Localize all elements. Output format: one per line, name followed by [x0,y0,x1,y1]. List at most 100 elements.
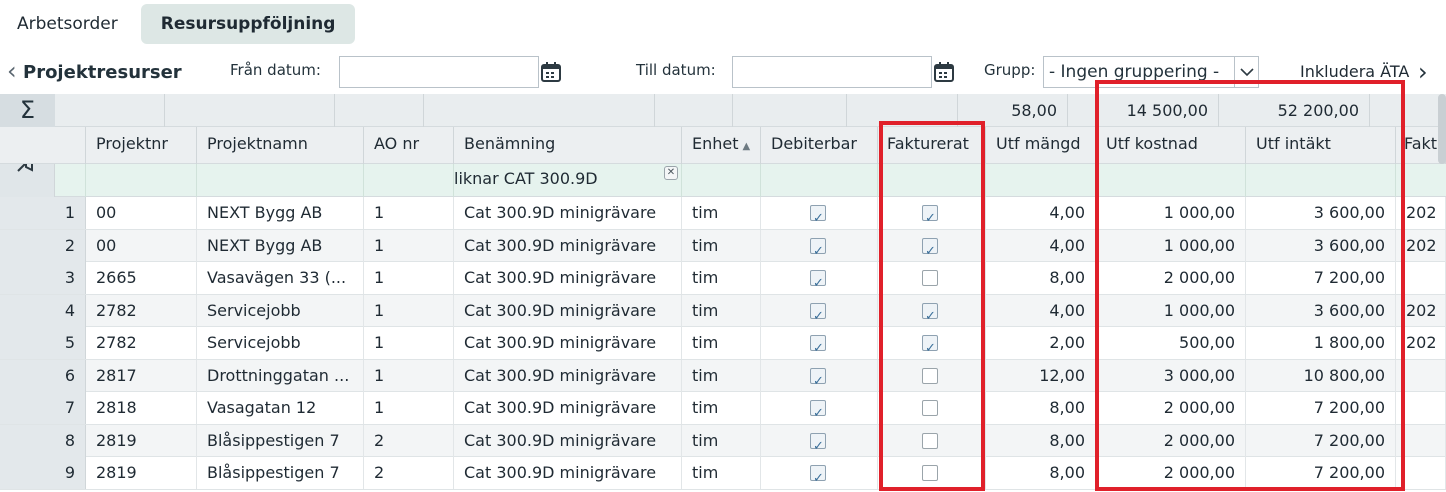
header-projektnr[interactable]: Projektnr [86,127,197,164]
filter-cell-enhet[interactable] [682,164,761,197]
cell-projektnr[interactable]: 2817 [86,359,197,392]
cell-projektnamn[interactable]: Vasagatan 12 [197,392,364,424]
cell-fakt[interactable]: 202 [1396,327,1446,359]
close-icon[interactable]: ✕ [664,166,678,180]
chevron-right-icon[interactable]: › [1418,58,1428,86]
cell-enhet[interactable]: tim [682,392,761,424]
debiterbar-checkbox[interactable] [810,203,826,229]
cell-intakt[interactable]: 7 200,00 [1246,457,1396,489]
cell-mangd[interactable]: 4,00 [986,197,1096,229]
header-benamning[interactable]: Benämning [454,127,682,164]
header-utf-intakt[interactable]: Utf intäkt [1246,127,1396,164]
header-projektnamn[interactable]: Projektnamn [197,127,364,164]
group-select[interactable]: - Ingen gruppering - [1043,56,1259,88]
filter-cell-utf-intakt[interactable] [1246,164,1396,197]
cell-projektnamn[interactable]: Servicejobb [197,294,364,327]
cell-benamning[interactable]: Cat 300.9D minigrävare [454,392,682,424]
cell-kostnad[interactable]: 1 000,00 [1096,197,1246,229]
fakturerat-checkbox[interactable] [922,400,938,416]
fakturerat-checkbox[interactable] [922,333,938,359]
cell-projektnr[interactable]: 2782 [86,294,197,327]
cell-enhet[interactable]: tim [682,197,761,229]
cell-mangd[interactable]: 4,00 [986,294,1096,327]
cell-enhet[interactable]: tim [682,327,761,359]
cell-benamning[interactable]: Cat 300.9D minigrävare [454,424,682,457]
cell-intakt[interactable]: 1 800,00 [1246,327,1396,359]
fakturerat-checkbox[interactable] [922,432,938,449]
table-row[interactable]: 5 2782 Servicejobb 1 Cat 300.9D minigrävare t… [0,327,1446,360]
filter-cell-ao-nr[interactable] [364,164,454,197]
debiterbar-checkbox[interactable] [810,431,826,457]
table-row[interactable]: 2 00 NEXT Bygg AB 1 Cat 300.9D minigrävare ti… [0,229,1446,262]
debiterbar-checkbox[interactable] [810,268,826,294]
cell-ao[interactable]: 1 [364,229,454,262]
filter-cell-projektnamn[interactable] [197,164,364,197]
cell-enhet[interactable]: tim [682,424,761,457]
chevron-left-icon[interactable]: ‹ [7,59,17,83]
filter-cell[interactable] [55,164,86,197]
cell-projektnr[interactable]: 2818 [86,392,197,424]
cell-projektnamn[interactable]: Drottninggatan ... [197,359,364,392]
tab-arbetsorder[interactable]: Arbetsorder [0,4,135,44]
debiterbar-checkbox[interactable] [810,236,826,262]
cell-ao[interactable]: 1 [364,197,454,229]
cell-benamning[interactable]: Cat 300.9D minigrävare [454,262,682,294]
cell-mangd[interactable]: 4,00 [986,229,1096,262]
cell-mangd[interactable]: 2,00 [986,327,1096,359]
table-row[interactable]: 3 2665 Vasavägen 33 (... 1 Cat 300.9D minigr… [0,262,1446,295]
debiterbar-checkbox[interactable] [810,333,826,359]
cell-fakt[interactable]: 202 [1396,229,1446,262]
cell-projektnamn[interactable]: Blåsippestigen 7 [197,424,364,457]
cell-mangd[interactable]: 8,00 [986,424,1096,457]
header-utf-mangd[interactable]: Utf mängd [986,127,1096,164]
cell-benamning[interactable]: Cat 300.9D minigrävare [454,197,682,229]
cell-ao[interactable]: 1 [364,392,454,424]
tab-resursuppfoljning[interactable]: Resursuppföljning [140,4,356,44]
fakturerat-checkbox[interactable] [922,465,938,481]
cell-kostnad[interactable]: 2 000,00 [1096,262,1246,294]
sigma-icon[interactable]: Σ [0,94,55,127]
to-date-input[interactable] [732,56,932,88]
cell-benamning[interactable]: Cat 300.9D minigrävare [454,294,682,327]
cell-ao[interactable]: 1 [364,359,454,392]
cell-intakt[interactable]: 7 200,00 [1246,392,1396,424]
cell-projektnamn[interactable]: Blåsippestigen 7 [197,457,364,489]
cell-fakt[interactable] [1396,392,1446,424]
cell-kostnad[interactable]: 1 000,00 [1096,229,1246,262]
cell-enhet[interactable]: tim [682,359,761,392]
header-enhet[interactable]: Enhet ▲ [682,127,761,164]
cell-projektnr[interactable]: 2819 [86,457,197,489]
fakturerat-checkbox[interactable] [922,236,938,262]
debiterbar-checkbox[interactable] [810,398,826,424]
cell-enhet[interactable]: tim [682,294,761,327]
cell-kostnad[interactable]: 1 000,00 [1096,294,1246,327]
table-row[interactable]: 4 2782 Servicejobb 1 Cat 300.9D minigrävare t… [0,294,1446,327]
filter-cell-utf-mangd[interactable] [986,164,1096,197]
filter-benamning-value[interactable]: liknar CAT 300.9D [454,169,598,188]
cell-projektnamn[interactable]: NEXT Bygg AB [197,197,364,229]
cell-fakt[interactable]: 202 [1396,294,1446,327]
calendar-icon[interactable] [540,61,562,83]
table-row[interactable]: 9 2819 Blåsippestigen 7 2 Cat 300.9D minigrä… [0,457,1446,490]
cell-ao[interactable]: 1 [364,294,454,327]
fakturerat-checkbox[interactable] [922,203,938,229]
cell-kostnad[interactable]: 2 000,00 [1096,457,1246,489]
calendar-icon[interactable] [933,61,955,83]
header-fakturerat[interactable]: Fakturerat [878,127,986,164]
cell-intakt[interactable]: 7 200,00 [1246,262,1396,294]
cell-projektnr[interactable]: 00 [86,229,197,262]
cell-mangd[interactable]: 8,00 [986,262,1096,294]
header-ao-nr[interactable]: AO nr [364,127,454,164]
cell-mangd[interactable]: 12,00 [986,359,1096,392]
fakturerat-checkbox[interactable] [922,270,938,286]
from-date-input[interactable] [339,56,539,88]
cell-mangd[interactable]: 8,00 [986,392,1096,424]
cell-intakt[interactable]: 3 600,00 [1246,294,1396,327]
cell-benamning[interactable]: Cat 300.9D minigrävare [454,327,682,359]
header-debiterbar[interactable]: Debiterbar [761,127,878,164]
cell-projektnamn[interactable]: Servicejobb [197,327,364,359]
table-row[interactable]: 1 00 NEXT Bygg AB 1 Cat 300.9D minigrävare ti… [0,197,1446,230]
filter-cell-fakturerat[interactable] [878,164,986,197]
cell-enhet[interactable]: tim [682,457,761,489]
cell-kostnad[interactable]: 2 000,00 [1096,424,1246,457]
